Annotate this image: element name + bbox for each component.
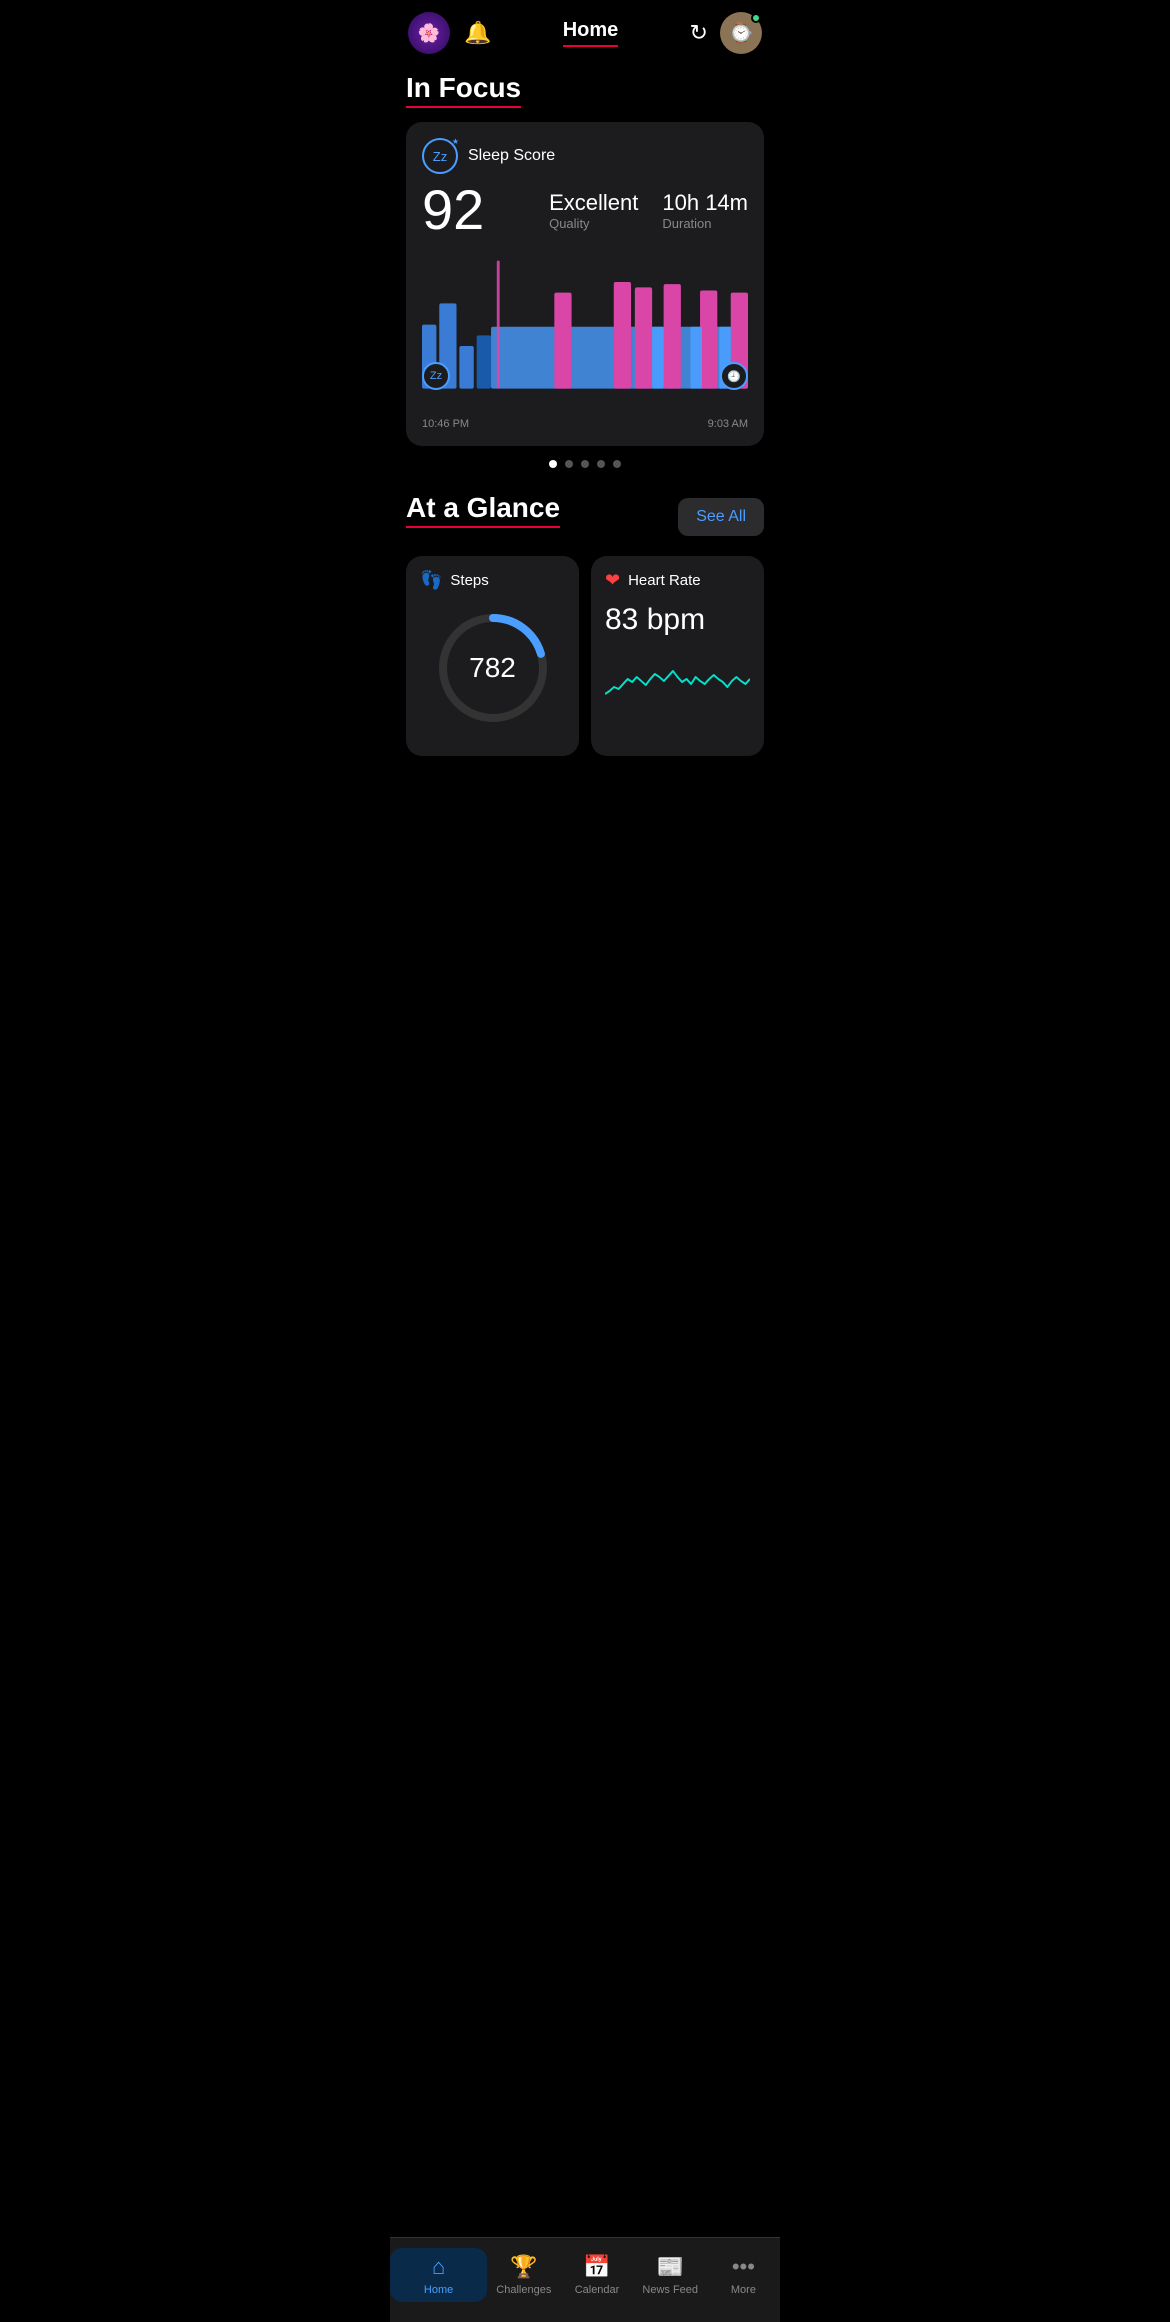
avatar[interactable]: ⌚ (720, 12, 762, 54)
sleep-score-label: Sleep Score (468, 147, 555, 165)
home-icon: ⌂ (432, 2254, 445, 2280)
heart-rate-chart (605, 649, 750, 719)
chart-end-time: 9:03 AM (708, 418, 748, 430)
steps-card[interactable]: 👣 Steps 782 (406, 556, 579, 756)
sleep-end-icon: 🕘 (720, 362, 748, 390)
app-header: 🌸 🔔 Home ↻ ⌚ (390, 0, 780, 62)
sleep-card[interactable]: Zz ★ Sleep Score 92 Excellent Quality 10… (406, 122, 764, 446)
heart-rate-card-header: ❤ Heart Rate (605, 570, 750, 591)
sleep-start-icon: Zz (422, 362, 450, 390)
refresh-icon[interactable]: ↻ (690, 20, 708, 46)
sleep-duration-block: 10h 14m Duration (662, 190, 748, 231)
steps-label: Steps (450, 572, 488, 589)
nav-label-home: Home (424, 2284, 453, 2296)
sleep-icon: Zz ★ (422, 138, 458, 174)
pagination-dot-5[interactable] (613, 460, 621, 468)
news-feed-icon: 📰 (657, 2254, 684, 2280)
pagination-dots (406, 460, 764, 468)
nav-item-more[interactable]: ••• More (707, 2254, 780, 2296)
in-focus-section: In Focus Zz ★ Sleep Score 92 Excellent Q… (406, 72, 764, 468)
see-all-button[interactable]: See All (678, 498, 764, 536)
nav-label-more: More (731, 2284, 756, 2296)
main-content: In Focus Zz ★ Sleep Score 92 Excellent Q… (390, 62, 780, 846)
header-right: ↻ ⌚ (690, 12, 762, 54)
sleep-chart-container: Zz 🕘 (422, 250, 748, 410)
pagination-dot-4[interactable] (597, 460, 605, 468)
page-title: Home (563, 19, 619, 47)
in-focus-title: In Focus (406, 72, 521, 108)
glance-grid: 👣 Steps 782 ❤ Heart Rate 83 bpm (406, 556, 764, 756)
heart-rate-label: Heart Rate (628, 572, 701, 589)
at-a-glance-section: At a Glance See All 👣 Steps 782 (406, 492, 764, 756)
sleep-duration-value: 10h 14m (662, 190, 748, 216)
sleep-duration-label: Duration (662, 216, 748, 231)
chart-time-labels: 10:46 PM 9:03 AM (422, 418, 748, 430)
steps-value: 782 (469, 652, 516, 684)
bottom-navigation: ⌂ Home 🏆 Challenges 📅 Calendar 📰 News Fe… (390, 2237, 780, 2322)
pagination-dot-3[interactable] (581, 460, 589, 468)
nav-label-challenges: Challenges (496, 2284, 551, 2296)
at-a-glance-title: At a Glance (406, 492, 560, 528)
pagination-dot-1[interactable] (549, 460, 557, 468)
heart-rate-value: 83 bpm (605, 603, 750, 637)
more-icon: ••• (732, 2254, 755, 2280)
nav-label-news-feed: News Feed (642, 2284, 698, 2296)
sleep-quality-duration: Excellent Quality 10h 14m Duration (549, 190, 748, 231)
online-status-dot (751, 13, 761, 23)
sleep-card-header: Zz ★ Sleep Score (422, 138, 748, 174)
nav-item-calendar[interactable]: 📅 Calendar (560, 2254, 633, 2296)
nav-item-news-feed[interactable]: 📰 News Feed (634, 2254, 707, 2296)
nav-item-challenges[interactable]: 🏆 Challenges (487, 2254, 560, 2296)
sleep-chart (422, 250, 748, 410)
sleep-quality-value: Excellent (549, 190, 638, 216)
heart-rate-card[interactable]: ❤ Heart Rate 83 bpm (591, 556, 764, 756)
sleep-quality-block: Excellent Quality (549, 190, 638, 231)
heart-icon: ❤ (605, 570, 620, 591)
nav-label-calendar: Calendar (575, 2284, 620, 2296)
app-logo-icon[interactable]: 🌸 (408, 12, 450, 54)
notification-bell-icon[interactable]: 🔔 (464, 20, 491, 46)
chart-start-time: 10:46 PM (422, 418, 469, 430)
sleep-score-value: 92 (422, 182, 484, 238)
sleep-quality-label: Quality (549, 216, 638, 231)
steps-icon: 👣 (420, 570, 442, 591)
pagination-dot-2[interactable] (565, 460, 573, 468)
section-header: At a Glance See All (406, 492, 764, 542)
nav-item-home[interactable]: ⌂ Home (390, 2248, 487, 2302)
header-left: 🌸 🔔 (408, 12, 491, 54)
steps-card-header: 👣 Steps (420, 570, 565, 591)
calendar-icon: 📅 (583, 2254, 610, 2280)
challenges-icon: 🏆 (510, 2254, 537, 2280)
sleep-stats: 92 Excellent Quality 10h 14m Duration (422, 182, 748, 238)
steps-circle-container: 782 (420, 603, 565, 733)
